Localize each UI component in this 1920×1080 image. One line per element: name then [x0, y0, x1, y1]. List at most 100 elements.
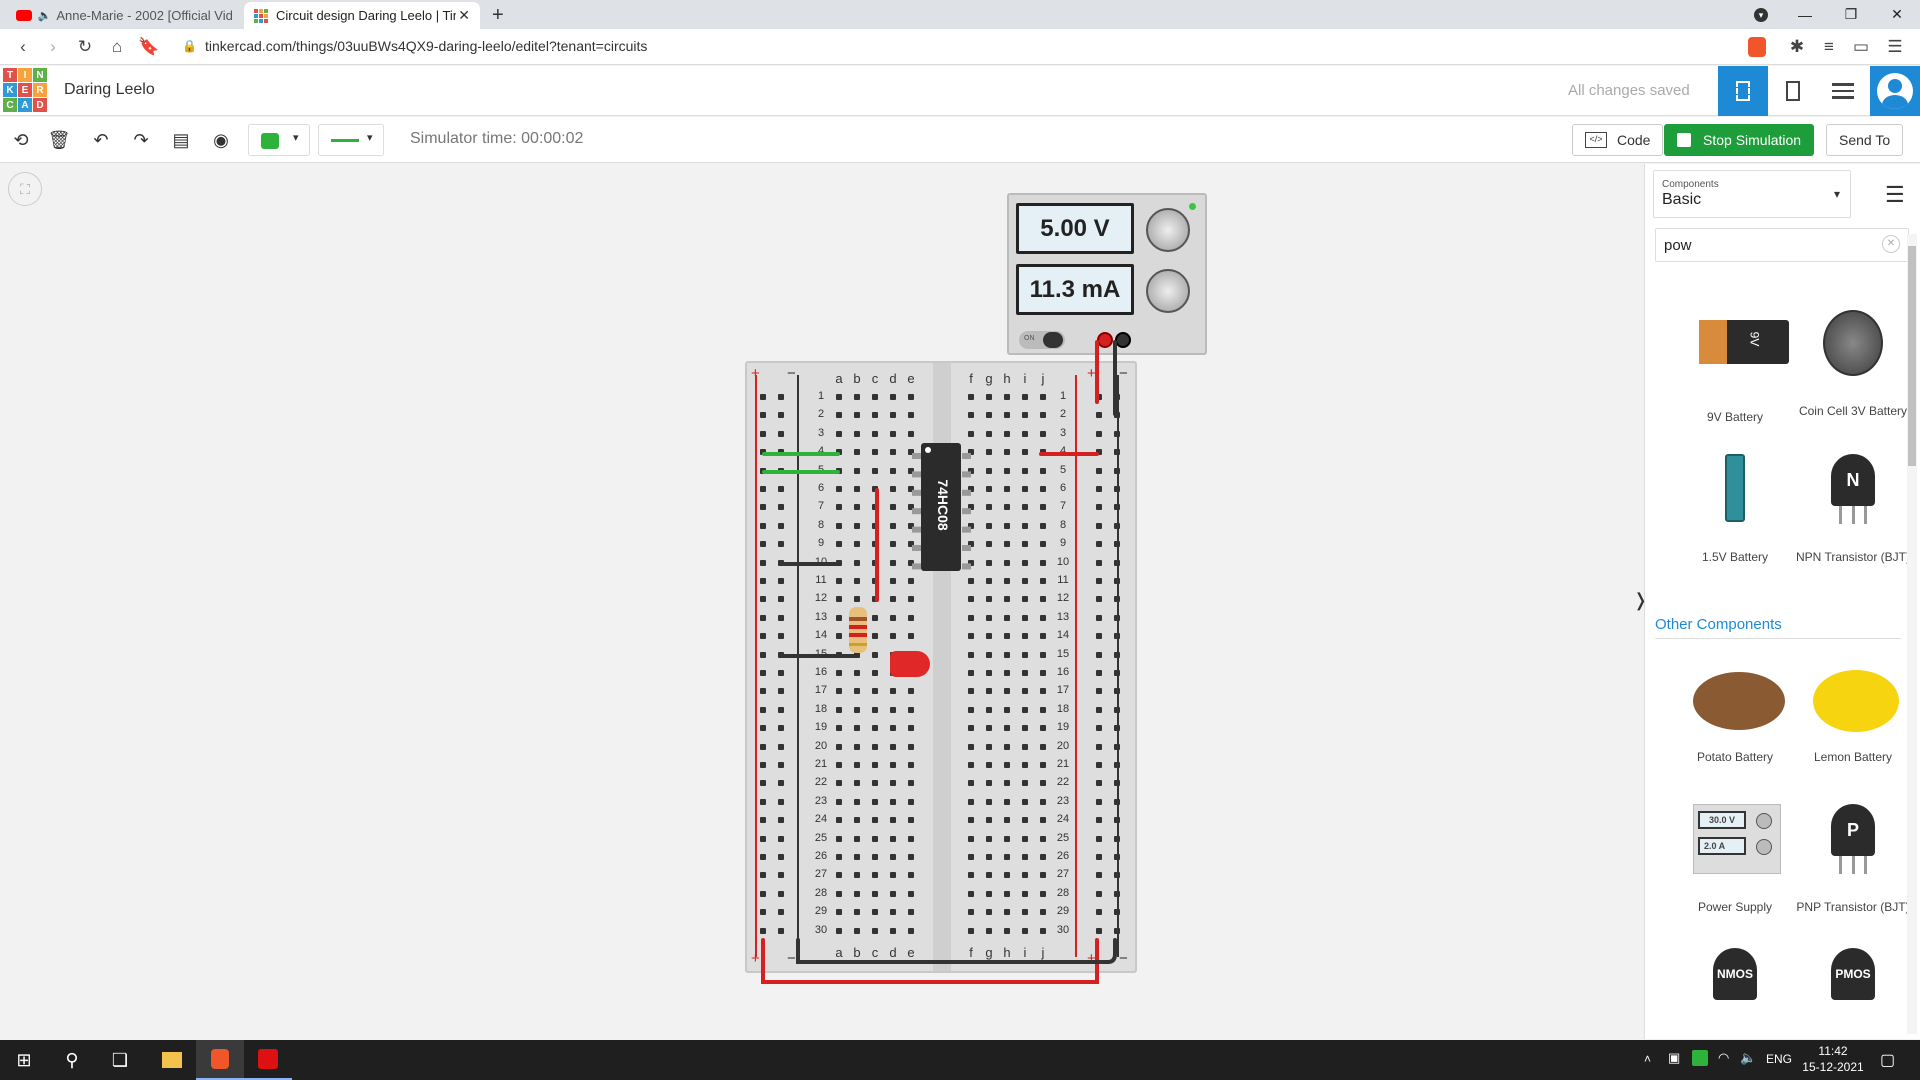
wallet-icon[interactable]: ▭	[1848, 35, 1874, 59]
code-button[interactable]: </> Code	[1572, 124, 1664, 156]
restore-icon[interactable]: ❐	[1828, 0, 1874, 29]
back-icon[interactable]: ‹	[10, 35, 36, 59]
wifi-icon[interactable]: ◠	[1718, 1050, 1729, 1066]
lock-icon: 🔒	[182, 39, 197, 53]
clock[interactable]: 11:42 15-12-2021	[1800, 1044, 1866, 1074]
chip-pin	[912, 489, 921, 496]
component-list-button[interactable]	[1818, 66, 1868, 116]
file-explorer-icon[interactable]	[148, 1040, 196, 1080]
panel-scrollbar[interactable]	[1907, 234, 1917, 1034]
tab-tinkercad[interactable]: Circuit design Daring Leelo | Tinkercad …	[244, 2, 480, 29]
tinkercad-logo[interactable]: T I N K E R C A D	[3, 68, 47, 112]
address-bar: ‹ › ↻ ⌂ 🔖 🔒 tinkercad.com/things/03uuBWs…	[0, 29, 1920, 65]
chip-pin	[912, 563, 921, 570]
component-lemon-battery[interactable]: Lemon Battery	[1795, 654, 1911, 764]
component-potato-battery[interactable]: Potato Battery	[1677, 654, 1793, 764]
close-tab-icon[interactable]: ✕	[458, 7, 470, 24]
component-9v-battery[interactable]: 9V 9V Battery	[1677, 314, 1793, 424]
bookmark-icon[interactable]: 🔖	[136, 35, 162, 59]
minimize-icon[interactable]: —	[1782, 0, 1828, 29]
menu-icon[interactable]: ☰	[1882, 35, 1908, 59]
home-icon[interactable]: ⌂	[104, 35, 130, 59]
visibility-icon[interactable]: ◉	[208, 128, 234, 152]
tray-chevron-icon[interactable]: ˄	[1644, 1052, 1651, 1066]
collapse-panel-icon[interactable]: ❭	[1633, 590, 1648, 611]
brave-shield-icon[interactable]	[1748, 37, 1766, 57]
component-pnp-transistor[interactable]: P PNP Transistor (BJT)	[1795, 804, 1911, 914]
schematic-icon	[1786, 81, 1800, 101]
app-header: T I N K E R C A D Daring Leelo All chang…	[0, 66, 1920, 116]
component-1-5v-battery[interactable]: 1.5V Battery	[1677, 454, 1793, 564]
speaker-icon: 🔈	[37, 10, 52, 22]
component-npn-transistor[interactable]: N NPN Transistor (BJT)	[1795, 454, 1911, 564]
notifications-icon[interactable]: ▢	[1880, 1050, 1895, 1070]
nmos-icon: NMOS	[1713, 948, 1757, 1000]
components-dropdown[interactable]: Components Basic ▾	[1653, 170, 1851, 218]
chip-pin	[962, 508, 971, 515]
other-components-heading: Other Components	[1655, 616, 1782, 633]
search-icon[interactable]: ⚲	[48, 1040, 96, 1080]
redo-icon[interactable]: ↷	[128, 128, 154, 152]
tray-q-icon[interactable]	[1692, 1050, 1708, 1066]
forward-icon[interactable]: ›	[40, 35, 66, 59]
tab-youtube[interactable]: 🔈 Anne-Marie - 2002 [Official Video]	[6, 2, 242, 29]
simulator-time: Simulator time: 00:00:02	[410, 130, 584, 147]
battery-9v-icon: 9V	[1699, 320, 1789, 364]
save-status: All changes saved	[1568, 82, 1690, 99]
playlist-icon[interactable]: ≡	[1816, 35, 1842, 59]
chip-icon	[1736, 81, 1750, 101]
battery-aa-icon	[1725, 454, 1745, 522]
circuit-canvas[interactable]: ⛶ 5.00 V 11.3 mA ON + − + − + − + − 1 1 …	[0, 164, 1643, 1039]
wire-black-bottom[interactable]	[796, 938, 1117, 964]
color-picker[interactable]: ▾	[248, 124, 310, 156]
delete-icon[interactable]: 🗑	[46, 128, 72, 152]
component-pmos[interactable]: PMOS	[1795, 948, 1911, 1044]
tray-app-icon[interactable]: ▣	[1668, 1050, 1680, 1066]
new-tab-icon[interactable]: +	[492, 4, 504, 27]
windows-start-icon[interactable]: ⊞	[0, 1040, 48, 1080]
component-nmos[interactable]: NMOS	[1677, 948, 1793, 1044]
power-supply-icon: 30.0 V 2.0 A	[1693, 804, 1781, 874]
component-power-supply[interactable]: 30.0 V 2.0 A Power Supply	[1677, 804, 1793, 914]
extensions-icon[interactable]: ✱	[1784, 35, 1810, 59]
list-view-icon[interactable]: ☰	[1885, 182, 1905, 208]
tab-title: Circuit design Daring Leelo | Tinkercad	[276, 8, 456, 23]
clear-search-icon[interactable]: ✕	[1882, 235, 1900, 253]
chip-pin	[912, 453, 921, 459]
url-field[interactable]: tinkercad.com/things/03uuBWs4QX9-daring-…	[205, 38, 647, 54]
project-name[interactable]: Daring Leelo	[64, 81, 155, 99]
avatar[interactable]	[1870, 66, 1920, 116]
language-indicator[interactable]: ENG	[1766, 1052, 1792, 1066]
editor-toolbar: ⟲ 🗑 ↶ ↷ ▤ ◉ ▾ ▾ Simulator time: 00:00:02…	[0, 117, 1920, 163]
chip-pin	[912, 526, 921, 533]
task-view-icon[interactable]: ❏	[96, 1040, 144, 1080]
chip-pin	[962, 526, 971, 533]
wire-type-picker[interactable]: ▾	[318, 124, 384, 156]
circuit-view-button[interactable]	[1718, 66, 1768, 116]
potato-icon	[1693, 672, 1785, 730]
table-icon	[1832, 83, 1854, 99]
windows-taskbar: ⊞ ⚲ ❏ ˄ ▣ ◠ 🔈 ENG 11:42 15-12-2021 ▢	[0, 1040, 1920, 1080]
close-window-icon[interactable]: ✕	[1874, 0, 1920, 29]
chip-pin	[962, 563, 971, 570]
brave-browser-icon[interactable]	[196, 1040, 244, 1080]
search-input[interactable]: pow ✕	[1655, 228, 1909, 262]
chevron-down-icon: ▾	[367, 132, 373, 144]
undo-icon[interactable]: ↶	[88, 128, 114, 152]
chip-pin	[962, 453, 971, 459]
divider	[1655, 638, 1901, 639]
pnp-transistor-icon: P	[1831, 804, 1875, 856]
tab-search-icon[interactable]: ▾	[1738, 0, 1784, 29]
component-coin-cell-battery[interactable]: Coin Cell 3V Battery	[1795, 308, 1911, 418]
youtube-icon	[16, 10, 32, 21]
color-swatch	[261, 133, 279, 149]
reload-icon[interactable]: ↻	[72, 35, 98, 59]
volume-icon[interactable]: 🔈	[1740, 1050, 1756, 1066]
components-panel: Components Basic ▾ ☰ pow ✕ 9V 9V Battery…	[1633, 164, 1920, 1039]
send-to-button[interactable]: Send To	[1826, 124, 1904, 156]
notes-icon[interactable]: ▤	[168, 128, 194, 152]
acrobat-icon[interactable]	[244, 1040, 292, 1080]
stop-simulation-button[interactable]: Stop Simulation	[1664, 124, 1815, 156]
rotate-icon[interactable]: ⟲	[8, 128, 34, 152]
schematic-view-button[interactable]	[1768, 66, 1818, 116]
